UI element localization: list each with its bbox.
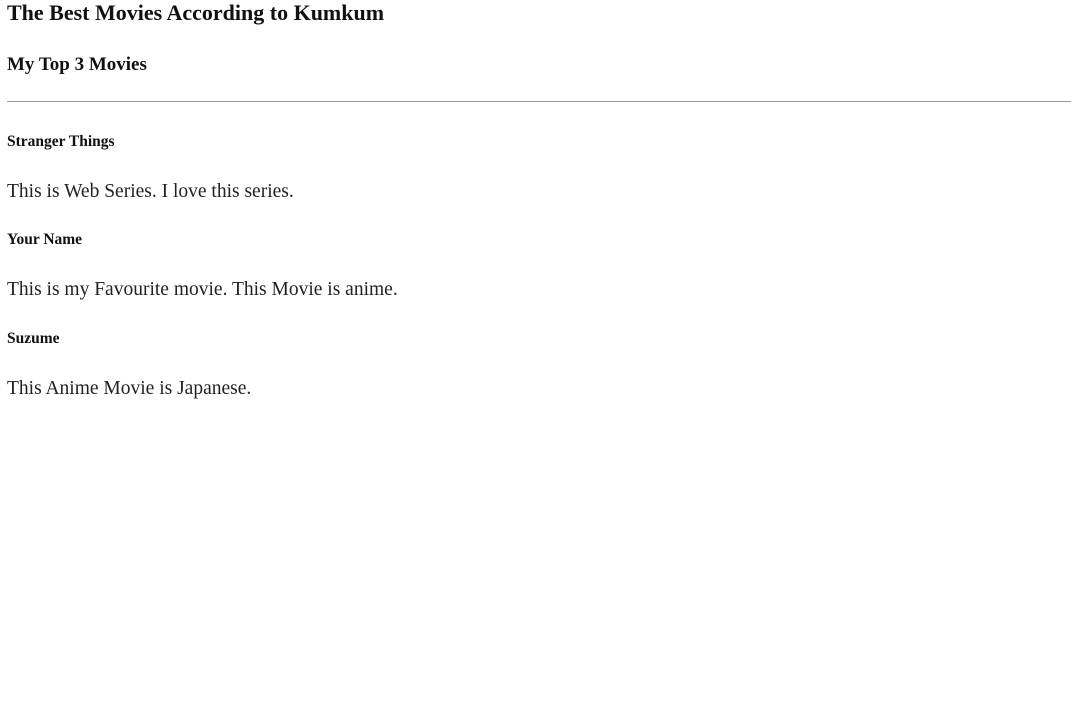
- page-title: The Best Movies According to Kumkum: [7, 0, 385, 25]
- movie-description-stranger-things: This is Web Series. I love this series.: [7, 181, 294, 202]
- movie-description-your-name: This is my Favourite movie. This Movie i…: [7, 279, 398, 300]
- page-subtitle: My Top 3 Movies: [7, 54, 147, 75]
- movie-title-stranger-things: Stranger Things: [7, 133, 115, 150]
- movie-description-suzume: This Anime Movie is Japanese.: [7, 378, 252, 399]
- page: The Best Movies According to Kumkum My T…: [0, 0, 1071, 705]
- movie-title-suzume: Suzume: [7, 330, 60, 347]
- movie-title-your-name: Your Name: [7, 231, 83, 248]
- divider: [7, 101, 1071, 102]
